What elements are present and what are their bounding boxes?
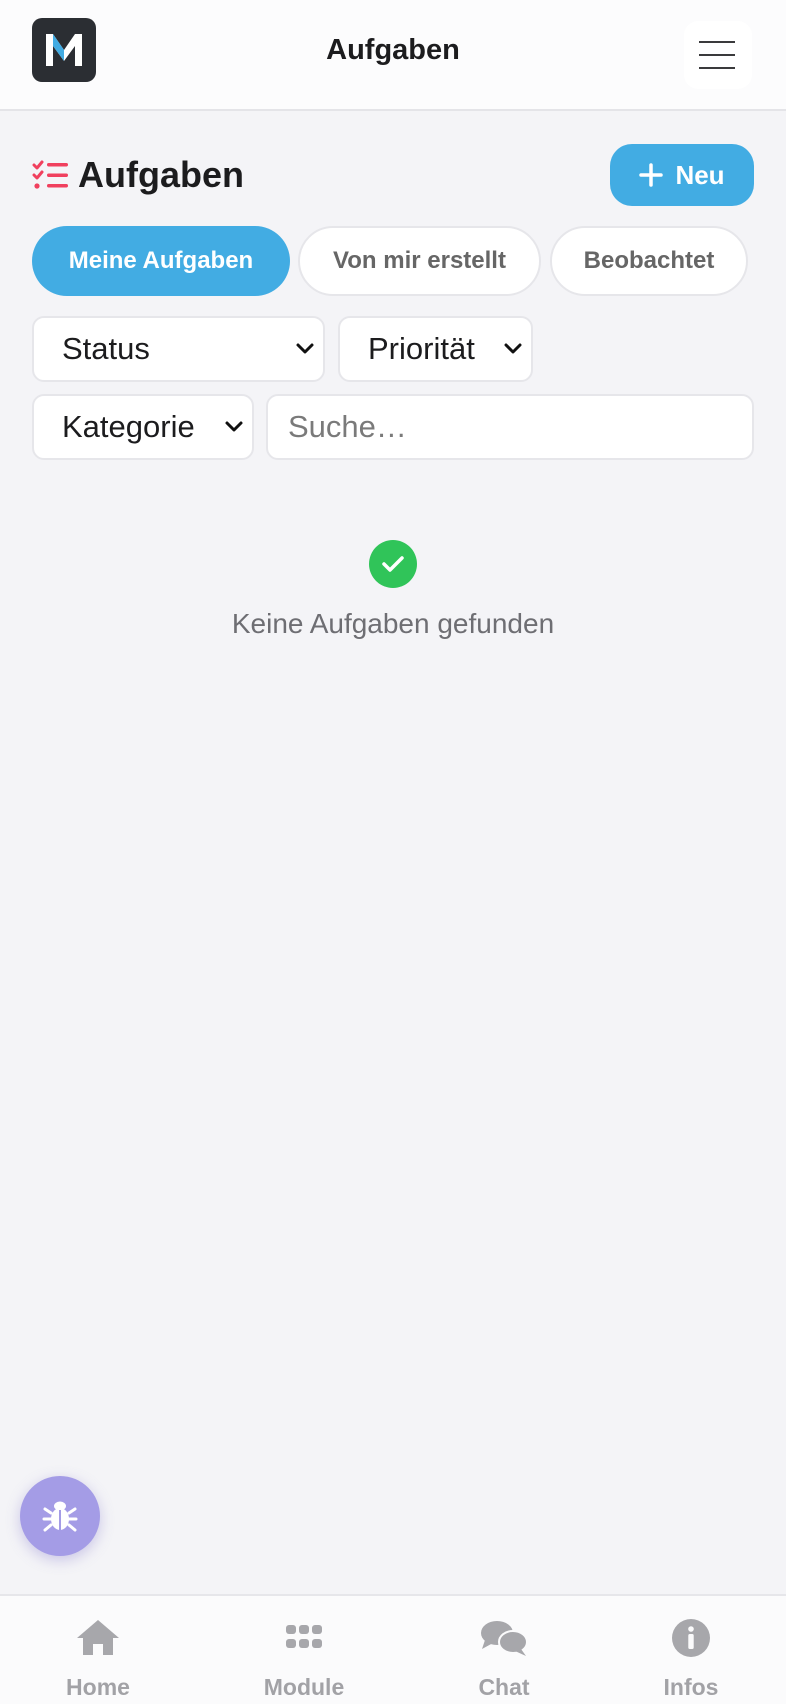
priority-select-value: Priorität [368,331,475,366]
task-list-icon [32,160,68,189]
home-icon [77,1620,119,1655]
chevron-down-icon [296,343,314,354]
status-select-value: Status [62,331,150,366]
chevron-down-icon [504,343,522,354]
search-input[interactable] [266,394,754,460]
new-task-button[interactable]: Neu [610,144,754,206]
nav-chat-label: Chat [478,1674,530,1700]
bottom-navigation: Home Module Chat Infos [0,1594,786,1704]
menu-line-icon [699,54,735,56]
new-task-label: Neu [675,159,725,190]
empty-state-text: Keine Aufgaben gefunden [231,608,555,639]
page-heading: Aufgaben [32,150,244,200]
nav-chat[interactable]: Chat [434,1596,574,1704]
nav-infos-label: Infos [663,1674,719,1700]
nav-infos[interactable]: Infos [621,1596,761,1704]
info-icon [672,1619,710,1657]
page-title: Aufgaben [78,154,244,195]
tab-meine-aufgaben[interactable]: Meine Aufgaben [32,226,290,296]
nav-home-label: Home [66,1674,130,1700]
hamburger-menu-button[interactable] [684,21,752,89]
tab-von-mir-erstellt[interactable]: Von mir erstellt [298,226,541,296]
bug-report-button[interactable] [20,1476,100,1556]
nav-home[interactable]: Home [28,1596,168,1704]
check-circle-icon [369,540,417,588]
priority-select[interactable]: Priorität [338,316,533,382]
nav-module-label: Module [263,1674,345,1700]
tab-beobachtet[interactable]: Beobachtet [550,226,748,296]
app-bar-title: Aufgaben [326,34,460,66]
nav-module[interactable]: Module [234,1596,374,1704]
chat-icon [481,1621,528,1656]
plus-icon [639,163,664,187]
bug-icon [42,1501,78,1532]
category-select-value: Kategorie [62,409,195,444]
status-select[interactable]: Status [32,316,325,382]
menu-line-icon [699,41,735,43]
grid-icon [286,1625,322,1648]
menu-line-icon [699,67,735,69]
chevron-down-icon [225,421,243,432]
top-app-bar: Aufgaben [0,0,786,111]
category-select[interactable]: Kategorie [32,394,254,460]
